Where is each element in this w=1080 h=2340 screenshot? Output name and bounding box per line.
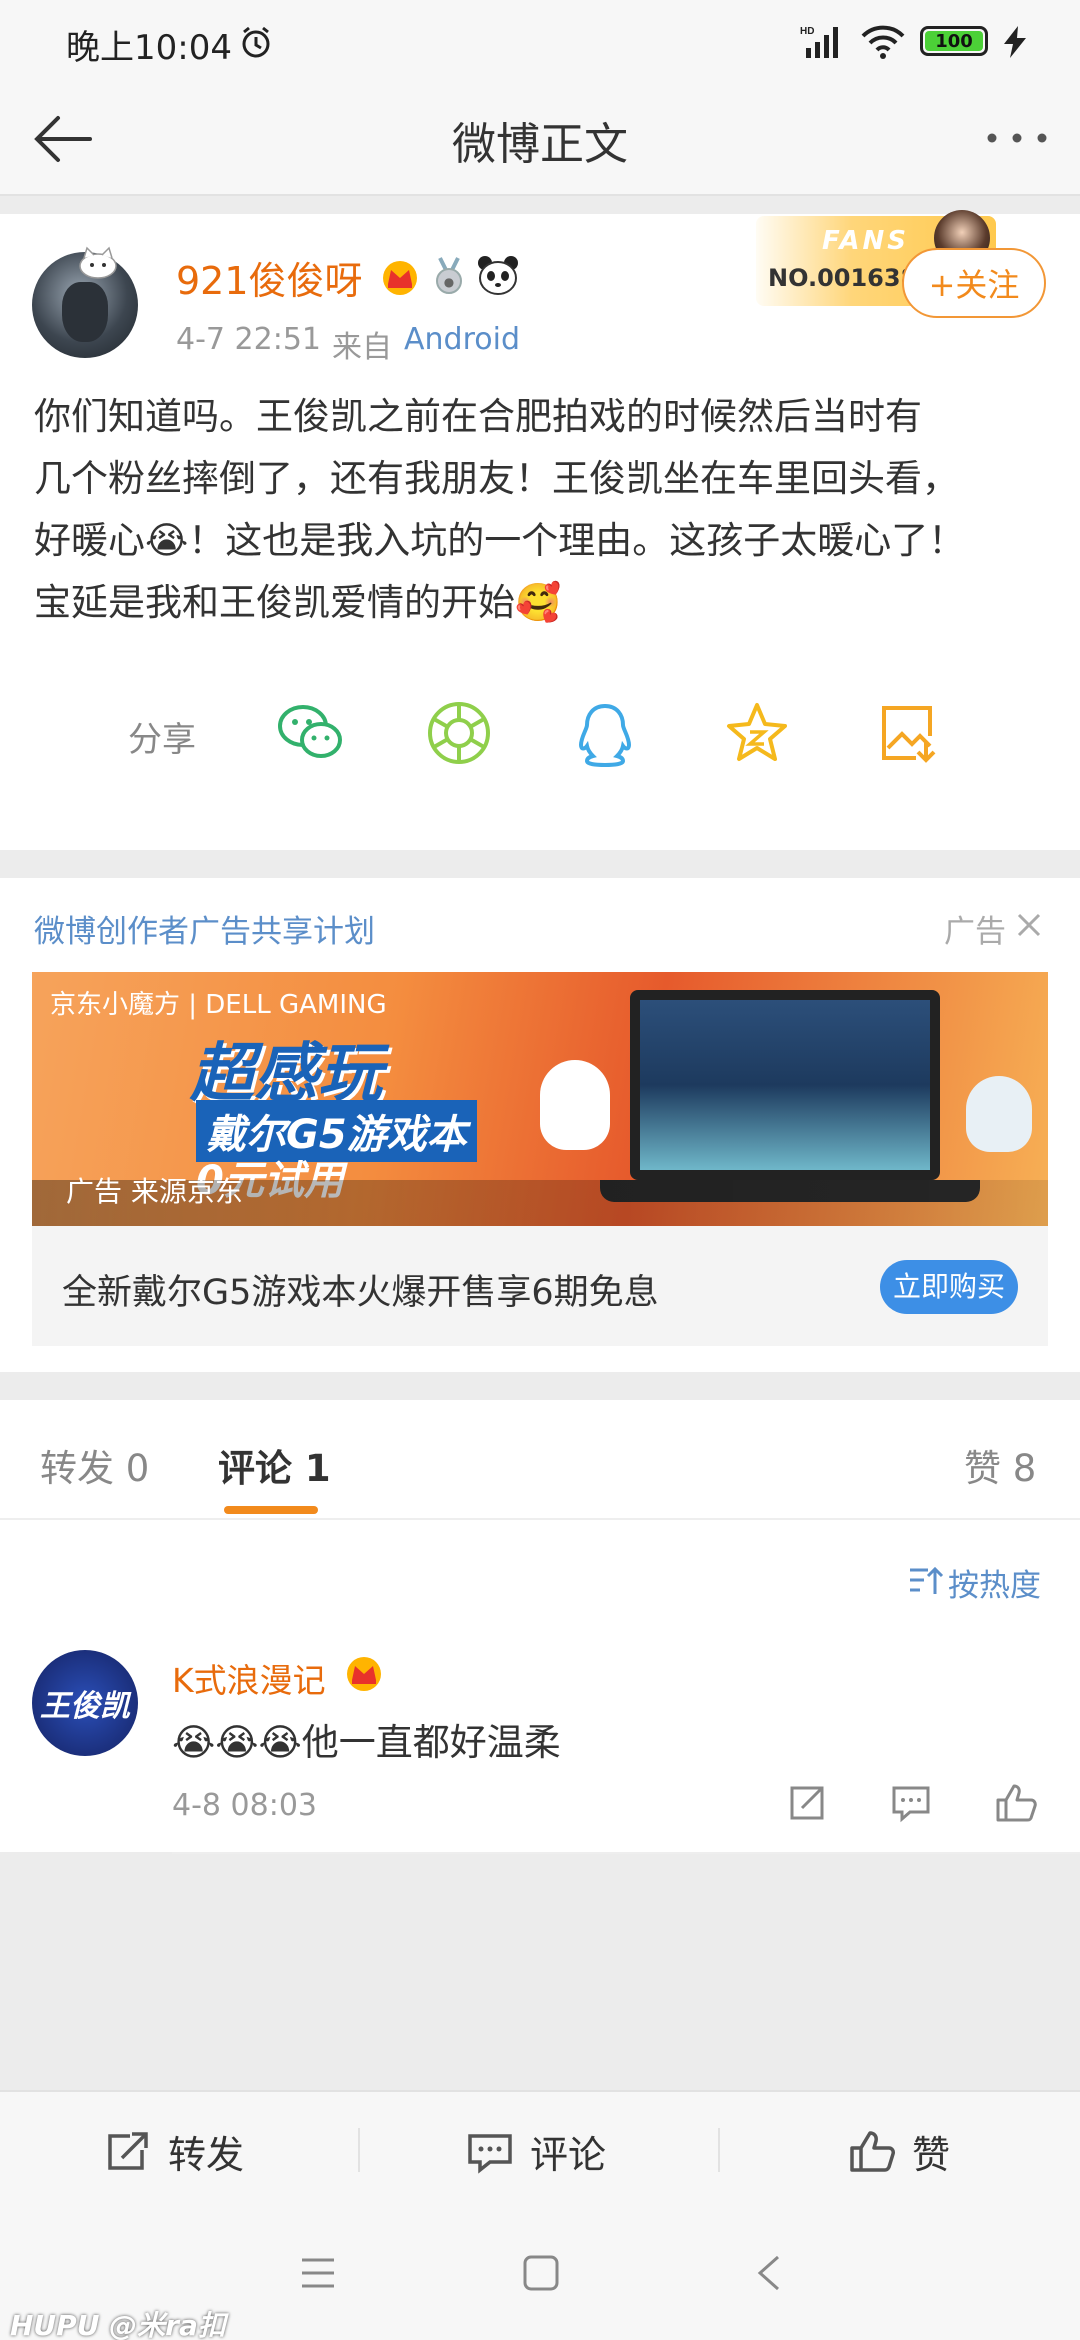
- post-from-label: 来自: [332, 330, 392, 365]
- follow-label: +关注: [928, 266, 1020, 304]
- post-text-line: 宝延是我和王俊凯爱情的开始🥰: [34, 581, 562, 624]
- status-time: 晚上10:04: [66, 28, 232, 68]
- comment-repost-icon[interactable]: [786, 1782, 828, 1824]
- share-label: 分享: [128, 720, 196, 760]
- close-icon[interactable]: [1016, 912, 1042, 938]
- medal-icon: ●: [436, 257, 462, 294]
- home-icon[interactable]: [522, 2254, 560, 2292]
- comment-text: 😭😭😭他一直都好温柔: [172, 1721, 561, 1764]
- banner-logo: 京东小魔方 | DELL GAMING: [50, 990, 387, 1020]
- like-button[interactable]: 赞: [848, 2124, 950, 2179]
- fans-badge-word: FANS: [822, 226, 910, 256]
- qq-share-icon[interactable]: [574, 700, 636, 768]
- sort-by-hot[interactable]: 按热度: [948, 1560, 1041, 1605]
- tab-comment[interactable]: 评论 1: [218, 1438, 331, 1492]
- charging-icon: [1004, 26, 1026, 58]
- ad-tag: 广告: [944, 914, 1006, 950]
- battery-level: 100: [925, 31, 983, 52]
- comment-time: 4-8 08:03: [172, 1788, 317, 1823]
- panda-icon: [478, 256, 518, 295]
- tab-like[interactable]: 赞 8: [964, 1438, 1036, 1492]
- tab-active-indicator: [224, 1506, 318, 1514]
- divider: [172, 1852, 1080, 1854]
- repost-label: 转发: [168, 2133, 245, 2177]
- comment-like-icon[interactable]: [994, 1782, 1038, 1824]
- buy-now-button[interactable]: 立即购买: [880, 1260, 1018, 1314]
- repost-icon: [108, 2131, 148, 2170]
- signal-icon: HD: [800, 26, 838, 58]
- moments-share-icon[interactable]: [426, 700, 492, 766]
- svg-text:●: ●: [444, 275, 454, 289]
- vip-crown-icon: [383, 261, 417, 295]
- comment-label: 评论: [530, 2133, 607, 2177]
- author-name[interactable]: 921俊俊呀: [176, 250, 363, 305]
- watermark: HUPU @米ra扣: [10, 2309, 226, 2340]
- divider: [358, 2128, 360, 2172]
- repost-button[interactable]: 转发: [104, 2124, 244, 2179]
- tab-repost[interactable]: 转发 0: [40, 1438, 149, 1492]
- cat-pendant-icon: [79, 246, 117, 279]
- post-text: 你们知道吗。王俊凯之前在合肥拍戏的时候然后当时有 几个粉丝摔倒了，还有我朋友！王…: [34, 386, 1044, 634]
- banner-source: 广告 来源京东: [66, 1175, 243, 1208]
- more-icon[interactable]: [984, 128, 1050, 148]
- commenter-avatar-text: 王俊凯: [40, 1689, 130, 1724]
- post-text-line: 几个粉丝摔倒了，还有我朋友！王俊凯坐在车里回头看，: [34, 457, 959, 500]
- battery-icon: 100: [920, 26, 988, 56]
- favorite-star-icon[interactable]: [724, 700, 790, 766]
- ad-title[interactable]: 全新戴尔G5游戏本火爆开售享6期免息: [62, 1264, 659, 1315]
- alarm-icon: [242, 26, 270, 58]
- like-icon: [850, 2130, 895, 2172]
- back-icon[interactable]: [756, 2254, 782, 2292]
- comment-button[interactable]: 评论: [466, 2124, 606, 2179]
- post-source[interactable]: Android: [404, 322, 520, 357]
- divider: [718, 2128, 720, 2172]
- svg-text:HD: HD: [800, 26, 814, 37]
- post-time: 4-7 22:51: [176, 322, 321, 357]
- wifi-icon: [861, 25, 905, 59]
- vip-crown-icon: [347, 1657, 381, 1691]
- comment-icon: [468, 2133, 512, 2174]
- wechat-share-icon[interactable]: [276, 700, 346, 766]
- page-title: 微博正文: [452, 119, 628, 170]
- sort-icon[interactable]: [908, 1564, 944, 1598]
- post-text-line: 你们知道吗。王俊凯之前在合肥拍戏的时候然后当时有: [34, 395, 922, 438]
- comment-reply-icon[interactable]: [890, 1782, 932, 1824]
- post-text-line: 好暖心😭！这也是我入坑的一个理由。这孩子太暖心了！: [34, 519, 966, 562]
- commenter-name[interactable]: K式浪漫记: [172, 1654, 326, 1702]
- mouse-image: [966, 1076, 1032, 1152]
- like-label: 赞: [912, 2133, 951, 2177]
- fans-badge-number: NO.001638: [768, 264, 918, 292]
- ad-program-label[interactable]: 微博创作者广告共享计划: [34, 906, 375, 951]
- save-image-icon[interactable]: [876, 700, 942, 766]
- divider: [0, 1518, 1080, 1520]
- follow-button[interactable]: +关注: [902, 248, 1046, 318]
- menu-icon[interactable]: [300, 2256, 336, 2290]
- commenter-avatar[interactable]: 王俊凯: [32, 1650, 138, 1756]
- laptop-image: [630, 990, 940, 1180]
- mouse-image: [540, 1060, 610, 1150]
